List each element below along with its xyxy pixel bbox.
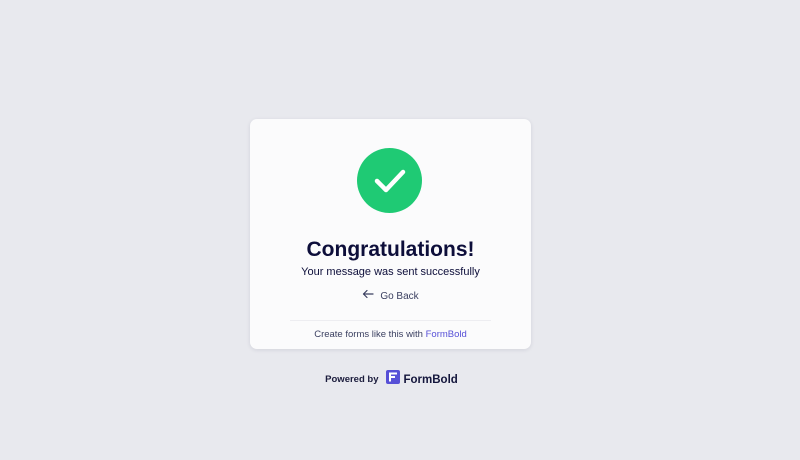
footer-prefix: Create forms like this with xyxy=(314,329,423,340)
checkmark-icon xyxy=(357,148,422,213)
formbold-brand-name: FormBold xyxy=(403,373,458,386)
go-back-button[interactable]: Go Back xyxy=(250,289,531,305)
success-message: Your message was sent successfully xyxy=(301,266,480,278)
formbold-link[interactable]: FormBold xyxy=(426,329,467,340)
card-footer: Create forms like this with FormBold xyxy=(250,327,531,343)
divider xyxy=(290,320,491,321)
formbold-brand-link[interactable]: FormBold xyxy=(385,370,458,389)
go-back-label: Go Back xyxy=(380,291,419,302)
powered-by-label: Powered by xyxy=(325,374,379,385)
arrow-left-icon xyxy=(362,289,374,305)
formbold-logo-icon xyxy=(385,370,400,389)
powered-by: Powered by FormBold xyxy=(0,370,783,389)
success-title: Congratulations! xyxy=(306,238,475,261)
success-card: Congratulations! Your message was sent s… xyxy=(250,119,531,349)
